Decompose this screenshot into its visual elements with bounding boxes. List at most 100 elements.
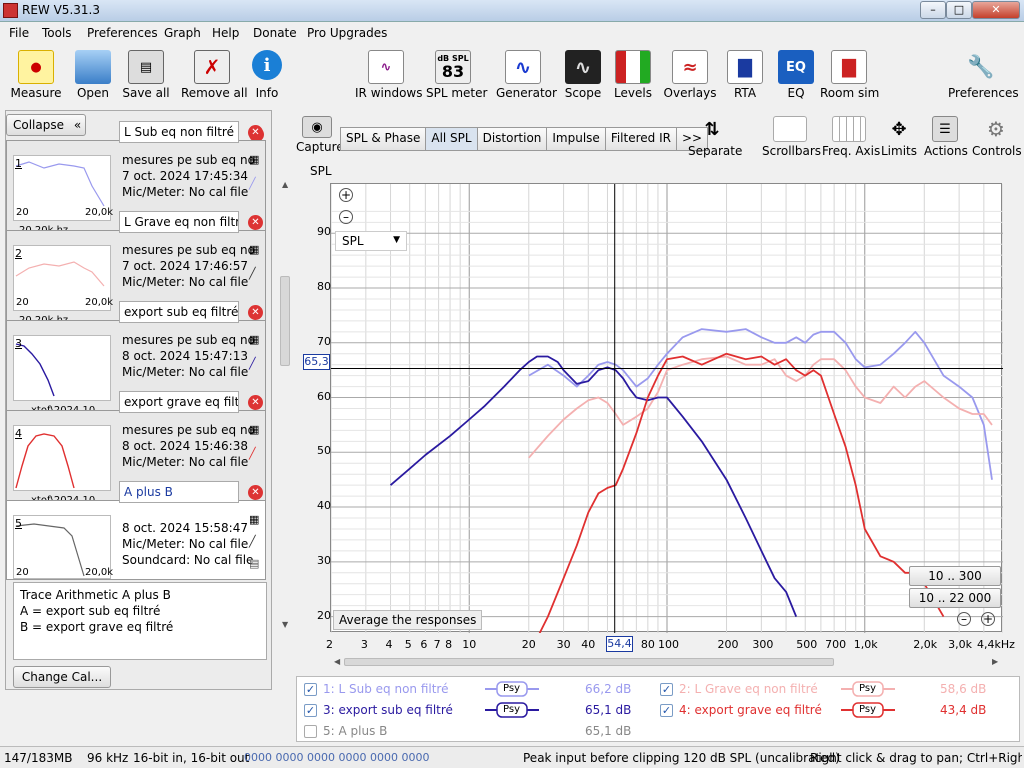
menu-donate[interactable]: Donate — [253, 26, 297, 40]
measurement-date-4: 8 oct. 2024 15:46:38 — [122, 439, 248, 453]
save-all-button[interactable]: ▤ Save all — [122, 50, 170, 100]
range-10-22000-button[interactable]: 10 .. 22 000 — [909, 588, 1001, 608]
tab-filtered-ir[interactable]: Filtered IR — [604, 127, 677, 151]
measurement-name-input-5[interactable]: A plus B — [119, 481, 239, 503]
scroll-right-icon[interactable]: ▶ — [992, 657, 998, 666]
legend-2-checkbox[interactable]: ✓ — [660, 683, 673, 696]
scrollbar-thumb[interactable] — [280, 276, 290, 366]
scroll-down-icon[interactable]: ▼ — [282, 620, 288, 629]
average-responses-button[interactable]: Average the responses — [333, 610, 483, 630]
measurement-5-color-icon[interactable]: ╱ — [249, 535, 256, 548]
open-button[interactable]: Open — [72, 50, 114, 100]
menu-tools[interactable]: Tools — [42, 26, 72, 40]
tab-impulse[interactable]: Impulse — [546, 127, 606, 151]
rta-button[interactable]: ▇ RTA — [727, 50, 763, 100]
remove-all-button[interactable]: ✗ Remove all — [181, 50, 248, 100]
x-tick-label: 20 — [521, 638, 536, 651]
measurement-date-2: 7 oct. 2024 17:46:57 — [122, 259, 248, 273]
zoom-out-icon[interactable]: – — [339, 210, 353, 224]
legend-4-psy[interactable]: Psy — [859, 704, 876, 715]
measurement-name-input-3[interactable]: export sub eq filtré — [119, 301, 239, 323]
h-scrollbar-thumb[interactable] — [344, 658, 834, 666]
menu-preferences[interactable]: Preferences — [87, 26, 158, 40]
x-zoom-out-icon[interactable]: – — [957, 612, 971, 626]
scroll-up-icon[interactable]: ▲ — [282, 180, 288, 189]
info-button[interactable]: i Info — [252, 50, 282, 100]
scroll-left-icon[interactable]: ◀ — [334, 657, 340, 666]
measurement-5-notes-icon[interactable]: ▤ — [249, 557, 259, 570]
tab-all-spl[interactable]: All SPL — [425, 127, 478, 151]
menu-help[interactable]: Help — [212, 26, 239, 40]
measurement-name-input-2[interactable]: L Grave eq non filtré — [119, 211, 239, 233]
measurement-number-1: 1 — [15, 157, 22, 170]
plot-horizontal-scrollbar[interactable]: ◀ ▶ — [334, 657, 1002, 667]
legend-3-psy[interactable]: Psy — [503, 704, 520, 715]
measurement-name-input-4[interactable]: export grave eq filtré — [119, 391, 239, 413]
y-unit-label: SPL — [310, 164, 332, 178]
thumb-5-tick-left: 20 — [16, 567, 29, 578]
delete-measurement-4-icon[interactable]: ✕ — [248, 395, 263, 410]
menu-file[interactable]: File — [9, 26, 29, 40]
overlays-button[interactable]: ≈ Overlays — [663, 50, 717, 100]
ir-windows-button[interactable]: ∿ IR windows — [355, 50, 422, 100]
spl-plot[interactable]: + – SPL ▼ Average the responses 10 .. 30… — [330, 183, 1004, 656]
measurements-scrollbar[interactable]: ▲ ▼ — [280, 180, 292, 630]
legend-5-checkbox[interactable] — [304, 725, 317, 738]
save-all-label: Save all — [122, 86, 170, 100]
legend-4-checkbox[interactable]: ✓ — [660, 704, 673, 717]
measurement-5-settings-icon[interactable]: ▦ — [249, 513, 259, 526]
measurement-notes[interactable]: Trace Arithmetic A plus B A = export sub… — [13, 582, 267, 660]
spl-dropdown[interactable]: SPL ▼ — [335, 231, 407, 251]
separate-button[interactable]: ⇅ Separate — [688, 116, 742, 159]
room-sim-button[interactable]: ▇ Room sim — [820, 50, 879, 100]
delete-measurement-5-icon[interactable]: ✕ — [248, 485, 263, 500]
legend-3-checkbox[interactable]: ✓ — [304, 704, 317, 717]
measurement-1-settings-icon[interactable]: ▦ — [249, 153, 259, 166]
measure-button[interactable]: ● Measure — [8, 50, 64, 100]
measurement-1-color-icon[interactable]: ╱ — [249, 177, 256, 190]
controls-button[interactable]: ⚙ Controls — [972, 116, 1022, 158]
close-window-button[interactable]: ✕ — [972, 1, 1020, 19]
measurement-soundcard-5: Soundcard: No cal file — [122, 553, 254, 567]
legend-1-checkbox[interactable]: ✓ — [304, 683, 317, 696]
status-clipping: Peak input before clipping 120 dB SPL (u… — [523, 751, 840, 765]
measurement-2-color-icon[interactable]: ╱ — [249, 267, 256, 280]
delete-measurement-2-icon[interactable]: ✕ — [248, 215, 263, 230]
tab-spl-phase[interactable]: SPL & Phase — [340, 127, 427, 151]
delete-measurement-1-icon[interactable]: ✕ — [248, 125, 263, 140]
measurement-2-settings-icon[interactable]: ▦ — [249, 243, 259, 256]
tab-distortion[interactable]: Distortion — [476, 127, 548, 151]
measurement-3-color-icon[interactable]: ╱ — [249, 357, 256, 370]
menu-pro-upgrades[interactable]: Pro Upgrades — [307, 26, 387, 40]
measurement-3-settings-icon[interactable]: ▦ — [249, 333, 259, 346]
scope-button[interactable]: ∿ Scope — [564, 50, 602, 100]
measurement-number-2: 2 — [15, 247, 22, 260]
menu-graph[interactable]: Graph — [164, 26, 201, 40]
measurement-4-settings-icon[interactable]: ▦ — [249, 423, 259, 436]
freq-axis-button[interactable]: Freq. Axis — [822, 116, 880, 158]
limits-button[interactable]: ✥ Limits — [880, 116, 918, 159]
preferences-button[interactable]: 🔧 Preferences — [948, 50, 1019, 101]
delete-measurement-3-icon[interactable]: ✕ — [248, 305, 263, 320]
y-tick-label: 90 — [317, 225, 331, 239]
measurement-4-color-icon[interactable]: ╱ — [249, 447, 256, 460]
change-cal-button[interactable]: Change Cal... — [13, 666, 111, 688]
x-zoom-in-icon[interactable]: + — [981, 612, 995, 626]
measurement-item-5-card[interactable]: 5 A plus B ✕ 8 oct. 2024 15:58:47 Mic/Me… — [6, 481, 266, 580]
eq-button[interactable]: EQ EQ — [778, 50, 814, 100]
legend-2-psy[interactable]: Psy — [859, 683, 876, 694]
scrollbars-button[interactable]: Scrollbars — [762, 116, 821, 158]
zoom-in-icon[interactable]: + — [339, 188, 353, 202]
measurement-date-1: 7 oct. 2024 17:45:34 — [122, 169, 248, 183]
generator-button[interactable]: ∿ Generator — [496, 50, 557, 100]
actions-button[interactable]: ☰ Actions — [924, 116, 968, 158]
spl-meter-button[interactable]: dB SPL 83 SPL meter — [426, 50, 487, 100]
measurement-name-input-1[interactable]: L Sub eq non filtré — [119, 121, 239, 143]
legend-4-db: 43,4 dB — [940, 703, 987, 717]
minimize-button[interactable]: – — [920, 1, 946, 19]
levels-button[interactable]: Levels — [612, 50, 654, 100]
legend-1-psy[interactable]: Psy — [503, 683, 520, 694]
capture-button[interactable]: ◉ Capture — [296, 116, 344, 154]
range-10-300-button[interactable]: 10 .. 300 — [909, 566, 1001, 586]
maximize-button[interactable]: □ — [946, 1, 972, 19]
